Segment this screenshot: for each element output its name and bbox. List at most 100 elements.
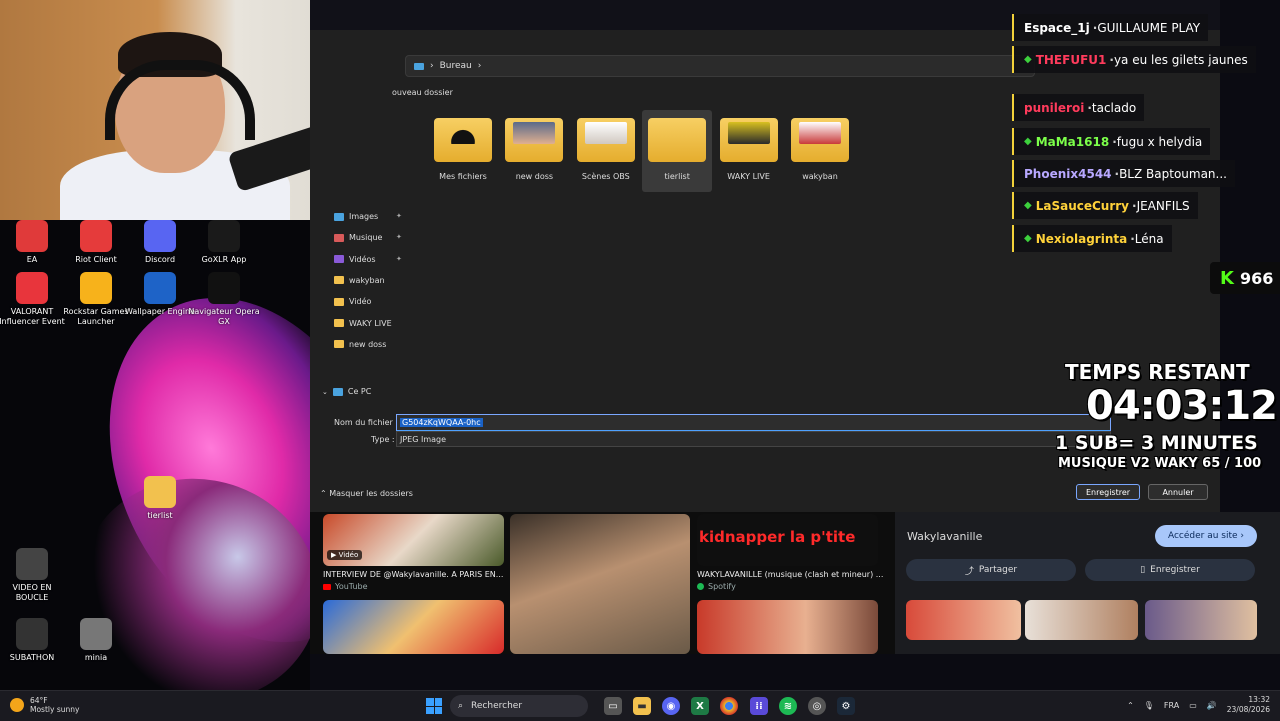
folder-item[interactable]: Mes fichiers	[428, 110, 498, 192]
new-folder-button[interactable]: ouveau dossier	[392, 88, 453, 97]
chevron-up-icon[interactable]: ⌃	[1127, 701, 1134, 710]
nav-item[interactable]: WAKY LIVE	[334, 319, 392, 328]
desktop-icon[interactable]: VALORANT Influencer Event	[0, 272, 68, 327]
desktop-icon[interactable]: SUBATHON	[0, 618, 68, 663]
address-bar[interactable]: › Bureau ›	[405, 55, 1035, 77]
folder-icon	[334, 233, 344, 242]
folder-icon	[648, 118, 707, 162]
language-indicator[interactable]: FRA	[1164, 701, 1179, 710]
riot-icon	[80, 220, 112, 252]
file-explorer-icon[interactable]: ▬	[633, 697, 651, 715]
folder-icon	[334, 212, 344, 221]
spotify-icon[interactable]: ≋	[779, 697, 797, 715]
spotify-icon	[697, 583, 704, 590]
filename-input[interactable]: G504zKqWQAA-0hc	[396, 414, 1111, 432]
overlay-sub-rate: 1 SUB= 3 MINUTES	[1055, 432, 1258, 454]
goxlr-icon	[208, 220, 240, 252]
desktop-icon[interactable]: VIDEO EN BOUCLE	[0, 548, 68, 603]
type-select[interactable]: JPEG Image	[396, 431, 1111, 447]
result-thumbnail[interactable]	[697, 600, 878, 654]
related-image[interactable]	[1025, 600, 1138, 640]
type-label: Type :	[371, 435, 395, 444]
result-title[interactable]: INTERVIEW DE @Wakylavanille. A PARIS EN.…	[323, 570, 503, 579]
save-image-button[interactable]: ▯ Enregistrer	[1085, 559, 1255, 581]
nav-item[interactable]: new doss	[334, 340, 386, 349]
chevron-up-icon: ⌃	[320, 489, 327, 498]
folder-item[interactable]: wakyban	[785, 110, 855, 192]
desktop-icon[interactable]: Navigateur Opera GX	[188, 272, 260, 327]
apps-grid-icon[interactable]: ⁞⁞	[750, 697, 768, 715]
nav-item[interactable]: Musique	[334, 233, 382, 242]
desktop-icon[interactable]: minia	[60, 618, 132, 663]
related-image[interactable]	[906, 600, 1021, 640]
nav-this-pc[interactable]: ⌄ Ce PC	[322, 387, 371, 396]
chat-username: Nexiolagrinta	[1035, 231, 1128, 246]
chat-username: punileroi	[1024, 100, 1085, 115]
filename-label: Nom du fichier :	[334, 418, 399, 427]
desktop-icon[interactable]: Wallpaper Engine	[124, 272, 196, 317]
cancel-button[interactable]: Annuler	[1148, 484, 1208, 500]
desktop-icon-label: VIDEO EN BOUCLE	[12, 583, 52, 602]
weather-desc: Mostly sunny	[30, 705, 80, 714]
save-button[interactable]: Enregistrer	[1076, 484, 1140, 500]
share-button[interactable]: ⤴ Partager	[906, 559, 1076, 581]
folder-item[interactable]: tierlist	[642, 110, 713, 192]
result-thumbnail[interactable]	[510, 514, 690, 654]
speaker-icon[interactable]: 🔊	[1207, 701, 1217, 710]
desktop-icon[interactable]: EA	[0, 220, 68, 265]
chat-text: GUILLAUME PLAY	[1097, 20, 1201, 35]
related-image[interactable]	[1145, 600, 1257, 640]
chat-message: ◆ Nexiolagrinta · Léna	[1012, 225, 1172, 252]
desktop-icon[interactable]: GoXLR App	[188, 220, 260, 265]
result-title[interactable]: WAKYLAVANILLE (musique (clash et mineur)…	[697, 570, 883, 579]
monitor-icon	[414, 62, 424, 70]
share-label: Partager	[978, 565, 1018, 575]
clock-time: 13:32	[1248, 695, 1270, 704]
desktop-icon-label: Discord	[144, 255, 176, 264]
steam-icon[interactable]: ⚙	[837, 697, 855, 715]
desktop-icon[interactable]: tierlist	[124, 476, 196, 521]
clock[interactable]: 13:32 23/08/2026	[1227, 695, 1270, 715]
folder-item[interactable]: WAKY LIVE	[714, 110, 784, 192]
discord-icon[interactable]: ◉	[662, 697, 680, 715]
weather-widget[interactable]: 64°F Mostly sunny	[10, 696, 79, 714]
nav-item[interactable]: Vidéo	[334, 297, 371, 306]
result-thumbnail[interactable]: kidnapper la p'tite	[697, 514, 878, 566]
nav-item[interactable]: wakyban	[334, 276, 385, 285]
chat-text: fugu x helydia	[1116, 134, 1203, 149]
badge-icon: ◆	[1024, 136, 1032, 147]
nav-item[interactable]: Images	[334, 212, 378, 221]
chevron-right-icon: ›	[477, 61, 482, 71]
microphone-icon[interactable]: 🎙	[1144, 701, 1154, 710]
nav-item[interactable]: Vidéos	[334, 255, 376, 264]
task-view-icon[interactable]: ▭	[604, 697, 622, 715]
excel-icon[interactable]: X	[691, 697, 709, 715]
desktop-icon-label: VALORANT Influencer Event	[0, 307, 65, 326]
folder-item[interactable]: Scènes OBS	[571, 110, 641, 192]
folder-label: tierlist	[664, 172, 690, 181]
folder-icon	[334, 297, 344, 306]
chevron-down-icon: ⌄	[322, 387, 328, 396]
valorant-icon	[16, 272, 48, 304]
result-thumbnail[interactable]	[323, 600, 504, 654]
visit-site-button[interactable]: Accéder au site ›	[1155, 525, 1257, 547]
hide-folders-button[interactable]: ⌃ Masquer les dossiers	[320, 489, 413, 498]
result-thumbnail[interactable]: ▶ Vidéo	[323, 514, 504, 566]
taskbar-search[interactable]: ⌕ Rechercher	[450, 695, 588, 717]
desktop-icon[interactable]: Riot Client	[60, 220, 132, 265]
discord-icon	[144, 220, 176, 252]
folder-item[interactable]: new doss	[499, 110, 569, 192]
video-file-icon	[16, 548, 48, 580]
chat-username: LaSauceCurry	[1035, 198, 1129, 213]
desktop-icon[interactable]: Discord	[124, 220, 196, 265]
overlay-music-goal: MUSIQUE V2 WAKY 65 / 100	[1058, 456, 1262, 471]
windows-start-icon[interactable]	[426, 698, 442, 714]
monitor-icon[interactable]: ▭	[1189, 701, 1197, 710]
chrome-icon[interactable]	[720, 697, 738, 715]
desktop-icon-label: Wallpaper Engine	[125, 307, 195, 316]
folder-preview	[799, 122, 841, 144]
breadcrumb-bureau[interactable]: Bureau	[440, 61, 472, 71]
obs-icon[interactable]: ◎	[808, 697, 826, 715]
desktop-icon[interactable]: Rockstar Games Launcher	[60, 272, 132, 327]
folder-icon	[434, 118, 492, 162]
